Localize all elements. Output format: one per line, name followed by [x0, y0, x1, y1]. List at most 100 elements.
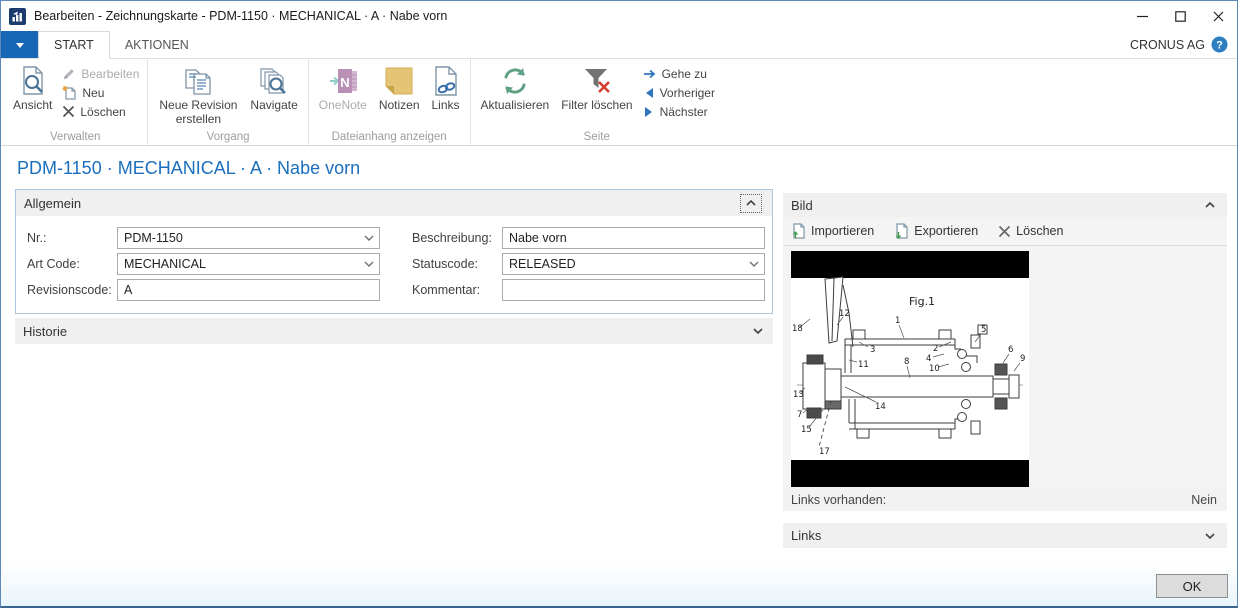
- delete-x-icon: [998, 225, 1011, 238]
- navigate-button[interactable]: Navigate: [244, 62, 303, 115]
- callout-14: 14: [875, 402, 886, 412]
- app-window: Bearbeiten - Zeichnungskarte - PDM-1150 …: [0, 0, 1238, 608]
- ok-button[interactable]: OK: [1156, 574, 1228, 598]
- callout-6: 6: [1008, 345, 1013, 355]
- group-label-verwalten: Verwalten: [3, 131, 147, 143]
- statuscode-combobox[interactable]: [502, 253, 765, 275]
- chevron-down-icon: [364, 235, 374, 241]
- group-label-vorgang: Vorgang: [148, 131, 307, 143]
- fasttab-historie[interactable]: Historie: [15, 318, 773, 344]
- export-document-icon: [894, 223, 909, 239]
- callout-9: 9: [1020, 354, 1025, 364]
- exportieren-button[interactable]: Exportieren: [894, 223, 978, 239]
- fasttab-allgemein: Allgemein Nr.: Art Code:: [15, 189, 773, 314]
- previous-arrow-icon: [643, 87, 655, 99]
- links-button[interactable]: Links: [426, 62, 466, 115]
- ribbon-group-seite: Aktualisieren Filter löschen Gehe zu: [470, 59, 723, 145]
- dropdown-triangle-icon: [16, 43, 24, 52]
- ribbon-group-verwalten: Ansicht Bearbeiten Neu: [3, 59, 147, 145]
- callout-13: 13: [793, 390, 804, 400]
- application-menu-button[interactable]: [1, 31, 38, 58]
- callout-2: 2: [933, 344, 938, 354]
- callout-15: 15: [801, 425, 812, 435]
- window-title: Bearbeiten - Zeichnungskarte - PDM-1150 …: [34, 9, 447, 23]
- chevron-down-icon: [1205, 533, 1215, 539]
- minimize-button[interactable]: [1123, 1, 1161, 31]
- naechster-button[interactable]: Nächster: [639, 102, 719, 121]
- vorheriger-button[interactable]: Vorheriger: [639, 83, 719, 102]
- collapse-allgemein-button[interactable]: [740, 194, 762, 213]
- navigate-documents-icon: [258, 64, 290, 97]
- onenote-button[interactable]: N OneNote: [313, 62, 373, 115]
- minimize-icon: [1137, 11, 1148, 22]
- close-icon: [1213, 11, 1224, 22]
- factbox-links-label: Links: [791, 528, 821, 543]
- art-code-dropdown-button[interactable]: [359, 254, 379, 274]
- ribbon-group-vorgang: Neue Revision erstellen Navigate: [147, 59, 307, 145]
- group-label-dateianhang: Dateianhang anzeigen: [309, 131, 470, 143]
- ribbon-group-dateianhang: N OneNote Notizen: [308, 59, 470, 145]
- help-icon[interactable]: ?: [1211, 36, 1228, 53]
- tab-start[interactable]: START: [38, 31, 110, 59]
- bild-loeschen-button[interactable]: Löschen: [998, 224, 1063, 238]
- callout-8: 8: [904, 357, 909, 367]
- callout-12: 12: [839, 309, 850, 319]
- factbox-bild-header[interactable]: Bild: [783, 193, 1227, 217]
- statuscode-dropdown-button[interactable]: [744, 254, 764, 274]
- callout-5: 5: [981, 325, 986, 335]
- art-code-label: Art Code:: [27, 257, 117, 271]
- ribbon: Ansicht Bearbeiten Neu: [1, 59, 1237, 146]
- tab-aktionen[interactable]: AKTIONEN: [110, 31, 204, 58]
- links-vorhanden-row: Links vorhanden: Nein: [783, 488, 1227, 511]
- copy-documents-icon: [182, 64, 214, 97]
- neu-button[interactable]: Neu: [58, 83, 143, 102]
- bild-toolbar: Importieren Exportieren Löschen: [783, 217, 1227, 246]
- page-content: PDM-1150 · MECHANICAL · A · Nabe vorn Al…: [1, 146, 1237, 607]
- nr-combobox[interactable]: [117, 227, 380, 249]
- loeschen-button[interactable]: Löschen: [58, 102, 143, 121]
- svg-text:N: N: [340, 75, 349, 90]
- art-code-combobox[interactable]: [117, 253, 380, 275]
- maximize-button[interactable]: [1161, 1, 1199, 31]
- callout-1: 1: [895, 316, 900, 326]
- callout-18: 18: [792, 324, 803, 334]
- factbox-bild: Bild Importieren: [783, 193, 1227, 511]
- callout-7: 7: [797, 410, 802, 420]
- new-document-icon: [62, 85, 77, 100]
- factbox-links[interactable]: Links: [783, 523, 1227, 548]
- chevron-up-icon: [1205, 202, 1215, 208]
- maximize-icon: [1175, 11, 1186, 22]
- nr-label: Nr.:: [27, 231, 117, 245]
- kommentar-label: Kommentar:: [412, 283, 502, 297]
- ansicht-button[interactable]: Ansicht: [7, 62, 58, 115]
- app-logo-icon: [9, 8, 26, 25]
- title-bar: Bearbeiten - Zeichnungskarte - PDM-1150 …: [1, 1, 1237, 31]
- clear-filter-icon: [582, 64, 612, 97]
- technical-drawing: Fig.1 1 2 3 4 5 6 7 8 9 10 11 12 13: [791, 251, 1029, 487]
- statuscode-label: Statuscode:: [412, 257, 502, 271]
- beschreibung-field[interactable]: [502, 227, 765, 249]
- revisionscode-field[interactable]: [117, 279, 380, 301]
- callout-3: 3: [870, 345, 875, 355]
- gehe-zu-button[interactable]: Gehe zu: [639, 64, 719, 83]
- aktualisieren-button[interactable]: Aktualisieren: [475, 62, 556, 115]
- neue-revision-button[interactable]: Neue Revision erstellen: [152, 62, 244, 129]
- callout-10: 10: [929, 364, 940, 374]
- chevron-down-icon: [753, 328, 763, 334]
- notizen-button[interactable]: Notizen: [373, 62, 426, 115]
- onenote-icon: N: [327, 64, 359, 97]
- bearbeiten-button[interactable]: Bearbeiten: [58, 64, 143, 83]
- figure-label: Fig.1: [909, 295, 935, 308]
- filter-loeschen-button[interactable]: Filter löschen: [555, 62, 638, 115]
- chevron-down-icon: [749, 261, 759, 267]
- revisionscode-label: Revisionscode:: [27, 283, 117, 297]
- drawing-picture: Fig.1 1 2 3 4 5 6 7 8 9 10 11 12 13: [791, 251, 1029, 487]
- kommentar-field[interactable]: [502, 279, 765, 301]
- nr-dropdown-button[interactable]: [359, 228, 379, 248]
- links-vorhanden-label: Links vorhanden:: [791, 493, 886, 507]
- close-button[interactable]: [1199, 1, 1237, 31]
- fasttab-allgemein-header[interactable]: Allgemein: [16, 190, 772, 216]
- delete-x-icon: [62, 105, 75, 118]
- view-document-icon: [18, 64, 48, 97]
- importieren-button[interactable]: Importieren: [791, 223, 874, 239]
